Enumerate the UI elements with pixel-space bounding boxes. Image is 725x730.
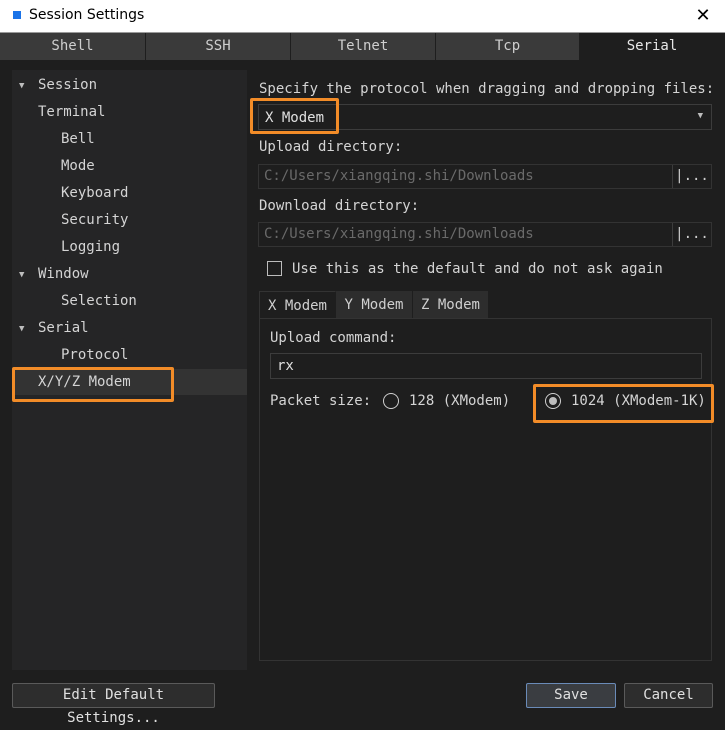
tab-ssh[interactable]: SSH: [146, 33, 291, 60]
packet-size-label: Packet size:: [270, 393, 372, 409]
tree-item-xyz-modem[interactable]: X/Y/Z Modem: [12, 369, 247, 395]
tab-x-modem[interactable]: X Modem: [259, 291, 336, 319]
tree-item-window[interactable]: Window: [38, 261, 89, 287]
radio-1024-label: 1024 (XModem-1K): [571, 393, 706, 409]
tab-shell[interactable]: Shell: [0, 33, 146, 60]
tree-item-protocol[interactable]: Protocol: [61, 342, 128, 368]
tab-z-modem[interactable]: Z Modem: [413, 291, 489, 319]
tree-item-selection[interactable]: Selection: [61, 288, 137, 314]
upload-dir-label: Upload directory:: [259, 139, 403, 155]
protocol-label: Specify the protocol when dragging and d…: [259, 81, 715, 97]
protocol-value: X Modem: [265, 110, 325, 126]
cancel-button[interactable]: Cancel: [624, 683, 713, 708]
upload-command-label: Upload command:: [270, 330, 397, 346]
tree-item-mode[interactable]: Mode: [61, 153, 95, 179]
title-bar: Session Settings ✕: [0, 0, 725, 33]
upload-command-input[interactable]: rx: [270, 353, 702, 379]
radio-1024[interactable]: [545, 393, 561, 409]
upload-dir-field[interactable]: C:/Users/xiangqing.shi/Downloads |...: [258, 164, 712, 189]
tab-tcp[interactable]: Tcp: [436, 33, 580, 60]
tree-item-terminal[interactable]: Terminal: [38, 99, 105, 125]
close-icon[interactable]: ✕: [691, 4, 715, 28]
download-dir-browse-button[interactable]: |...: [672, 223, 711, 246]
caret-down-icon[interactable]: ▼: [19, 324, 24, 334]
tab-bar: Shell SSH Telnet Tcp Serial: [0, 33, 725, 60]
tab-serial[interactable]: Serial: [580, 33, 725, 60]
tree-item-security[interactable]: Security: [61, 207, 128, 233]
default-checkbox-label: Use this as the default and do not ask a…: [292, 261, 663, 277]
edit-default-settings-button[interactable]: Edit Default Settings...: [12, 683, 215, 726]
tab-telnet[interactable]: Telnet: [291, 33, 436, 60]
download-dir-field[interactable]: C:/Users/xiangqing.shi/Downloads |...: [258, 222, 712, 247]
download-dir-label: Download directory:: [259, 198, 420, 214]
tree-item-session[interactable]: Session: [38, 72, 97, 98]
tree-item-logging[interactable]: Logging: [61, 234, 120, 260]
tab-y-modem[interactable]: Y Modem: [336, 291, 413, 319]
tree-item-keyboard[interactable]: Keyboard: [61, 180, 128, 206]
app-icon: [13, 11, 21, 19]
chevron-down-icon: ▼: [697, 111, 703, 121]
radio-128[interactable]: [383, 393, 399, 409]
caret-down-icon[interactable]: ▼: [19, 81, 24, 91]
default-checkbox[interactable]: [267, 261, 282, 276]
caret-down-icon[interactable]: ▼: [19, 270, 24, 280]
tree-item-bell[interactable]: Bell: [61, 126, 95, 152]
tree-item-serial[interactable]: Serial: [38, 315, 89, 341]
radio-128-label: 128 (XModem): [409, 393, 511, 409]
protocol-dropdown[interactable]: X Modem ▼: [258, 104, 712, 130]
settings-tree: Session ▼ Terminal Bell Mode Keyboard Se…: [12, 70, 247, 670]
window-title: Session Settings: [29, 7, 145, 23]
upload-dir-browse-button[interactable]: |...: [672, 165, 711, 188]
save-button[interactable]: Save: [526, 683, 616, 708]
